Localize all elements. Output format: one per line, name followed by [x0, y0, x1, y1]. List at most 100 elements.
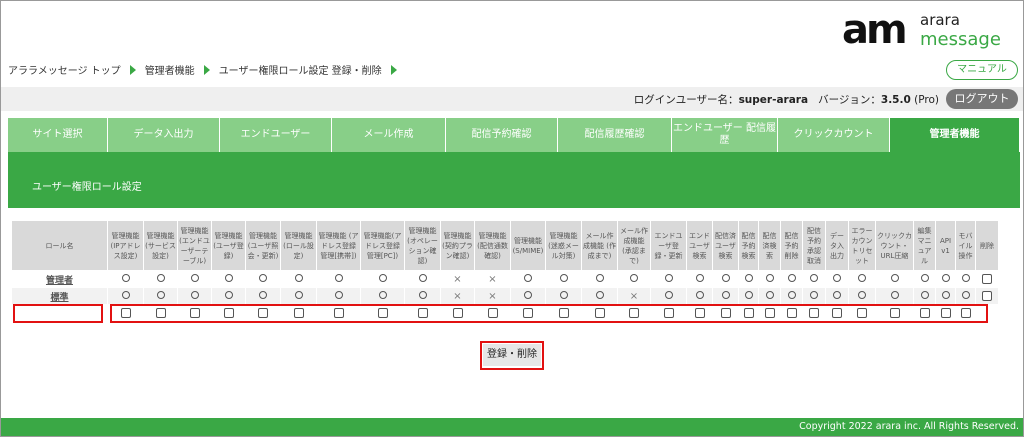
highlight-new-role-name — [13, 304, 103, 323]
permission-column-header: 管理機能(配信通数確認) — [474, 220, 511, 271]
permission-cell — [712, 287, 739, 305]
permission-cell — [935, 270, 956, 288]
permission-column-header: エンドユーザ登録・更新 — [650, 220, 687, 271]
login-info-bar: ログインユーザー名：super-arara バージョン：3.5.0 (Pro) … — [1, 87, 1023, 111]
permission-cell — [360, 270, 405, 288]
role-name-link[interactable]: 標準 — [11, 287, 108, 305]
login-user-name: super-arara — [738, 94, 809, 106]
table-row: 管理者 × × — [11, 270, 999, 288]
permission-cell — [913, 270, 936, 288]
register-delete-button[interactable]: 登録・削除 — [483, 344, 541, 366]
permission-cell — [316, 287, 361, 305]
permission-granted-icon — [810, 290, 818, 299]
permission-cell — [316, 270, 361, 288]
permission-granted-icon — [765, 290, 774, 299]
permission-cell — [404, 287, 441, 305]
permission-cell — [913, 287, 936, 305]
permission-column-header: 管理機能(ロール設定) — [280, 220, 317, 271]
permission-cell — [211, 270, 246, 288]
tab-4[interactable]: メール作成 — [332, 118, 446, 152]
permission-granted-icon — [259, 290, 267, 299]
permission-cell — [650, 287, 687, 305]
permission-granted-icon — [294, 273, 303, 282]
permission-cell — [545, 270, 582, 288]
permission-cell: × — [474, 270, 511, 288]
permission-column-header: メール作成機能 (作成まで) — [581, 220, 618, 271]
permission-granted-icon — [418, 273, 427, 282]
tab-9[interactable]: 管理者機能 — [890, 118, 1020, 152]
permission-granted-icon — [156, 273, 165, 282]
permission-denied-mark: × — [629, 290, 639, 302]
permission-granted-icon — [810, 273, 818, 282]
breadcrumb: アララメッセージ トップ 管理者機能 ユーザー権限ロール設定 登録・削除 — [8, 62, 406, 77]
permission-granted-icon — [721, 290, 730, 299]
permission-cell: × — [440, 270, 475, 288]
tab-5[interactable]: 配信予約確認 — [446, 118, 558, 152]
breadcrumb-top-link[interactable]: アララメッセージ トップ — [8, 62, 121, 77]
permission-cell — [143, 270, 178, 288]
permission-granted-icon — [190, 273, 199, 282]
permission-cell — [935, 287, 956, 305]
footer: Copyright 2022 arara inc. All Rights Res… — [1, 418, 1023, 436]
permission-cell — [738, 287, 759, 305]
permission-cell — [177, 270, 212, 288]
permission-granted-icon — [721, 273, 730, 282]
logout-button[interactable]: ログアウト — [946, 89, 1018, 109]
permission-cell — [875, 270, 914, 288]
tab-3[interactable]: エンドユーザー — [220, 118, 332, 152]
permission-granted-icon — [787, 290, 796, 299]
permission-cell — [758, 270, 781, 288]
permission-column-header: データ入出力 — [825, 220, 849, 271]
permission-cell — [955, 287, 976, 305]
permission-granted-icon — [833, 290, 841, 299]
tab-6[interactable]: 配信履歴確認 — [558, 118, 672, 152]
permission-cell — [802, 270, 826, 288]
permission-granted-icon — [744, 273, 753, 282]
permission-granted-icon — [630, 273, 638, 282]
permission-cell — [107, 287, 144, 305]
tab-2[interactable]: データ入出力 — [108, 118, 220, 152]
permission-column-header: 管理機能(ユーザ登録) — [211, 220, 246, 271]
breadcrumb-admin-link[interactable]: 管理者機能 — [145, 62, 195, 77]
permission-column-header: モバイル操作 — [955, 220, 976, 271]
permission-granted-icon — [787, 273, 796, 282]
tab-8[interactable]: クリックカウント — [778, 118, 890, 152]
permission-cell — [581, 270, 618, 288]
permission-column-header: 管理機能 (オペレーション確認) — [404, 220, 441, 271]
permission-granted-icon — [378, 290, 387, 299]
permission-cell — [245, 270, 281, 288]
permission-cell — [107, 270, 144, 288]
login-user-label: ログインユーザー名： — [633, 94, 739, 106]
main-nav-tabs: サイト選択 データ入出力 エンドユーザー メール作成 配信予約確認 配信履歴確認 エンドユー… — [8, 118, 1020, 152]
permission-granted-icon — [559, 273, 568, 282]
role-name-link[interactable]: 管理者 — [11, 270, 108, 288]
permission-cell — [143, 287, 178, 305]
permission-cell — [545, 287, 582, 305]
permission-granted-icon — [121, 273, 130, 282]
checkbox-cell — [975, 270, 999, 288]
tab-7[interactable]: エンドユーザー 配信履歴 — [672, 118, 778, 152]
permission-granted-icon — [858, 273, 866, 282]
permission-denied-mark: × — [453, 273, 462, 285]
permission-cell — [686, 287, 713, 305]
permission-granted-icon — [224, 290, 233, 299]
permission-granted-icon — [890, 273, 899, 282]
permission-column-header: 管理機能(サービス設定) — [143, 220, 178, 271]
tab-1[interactable]: サイト選択 — [8, 118, 108, 152]
permission-cell — [875, 287, 914, 305]
delete-checkbox[interactable] — [982, 273, 992, 284]
permission-cell — [581, 287, 618, 305]
delete-checkbox[interactable] — [982, 290, 992, 301]
permission-cell — [360, 287, 405, 305]
permission-column-header: 管理機能 (S/MIME) — [510, 220, 546, 271]
permission-column-header: 配信予約承認取消 — [802, 220, 826, 271]
permission-granted-icon — [418, 290, 427, 299]
permission-column-header: メール作成機能(承認まで) — [617, 220, 651, 271]
manual-button[interactable]: マニュアル — [946, 60, 1018, 80]
permission-cell — [280, 270, 317, 288]
permission-column-header: 管理機能 (IPアドレス設定) — [107, 220, 144, 271]
permission-denied-mark: × — [488, 290, 497, 302]
permission-granted-icon — [224, 273, 233, 282]
permission-cell — [825, 270, 849, 288]
permission-cell — [404, 270, 441, 288]
